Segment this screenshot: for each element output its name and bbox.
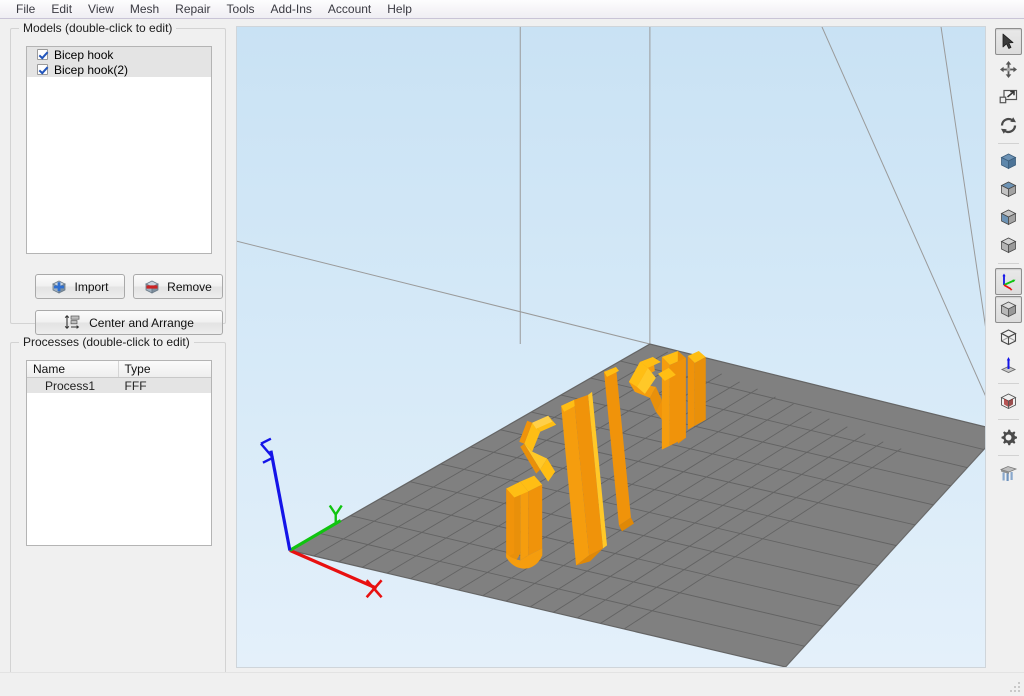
scale-tool[interactable]	[995, 84, 1022, 111]
remove-button-label: Remove	[167, 279, 212, 294]
cube-iso-icon	[999, 152, 1018, 171]
cursor-icon	[1000, 33, 1017, 50]
import-button-label: Import	[74, 279, 109, 294]
wireframe-cube-icon	[999, 328, 1018, 347]
3d-scene	[237, 27, 985, 667]
align-arrange-icon	[64, 315, 83, 330]
menu-repair[interactable]: Repair	[167, 0, 218, 18]
model-visibility-checkbox[interactable]	[37, 49, 48, 60]
menu-help[interactable]: Help	[379, 0, 420, 18]
z-plane-icon	[999, 356, 1018, 375]
application-window: File Edit View Mesh Repair Tools Add-Ins Accoun…	[0, 0, 1024, 696]
cross-section-icon	[999, 392, 1018, 411]
view-front[interactable]	[995, 232, 1022, 259]
cube-left-icon	[999, 208, 1018, 227]
processes-table-header: Name Type	[27, 361, 211, 378]
toggle-axes[interactable]	[995, 268, 1022, 295]
shaded-view[interactable]	[995, 296, 1022, 323]
process-type-cell: FFF	[124, 378, 147, 393]
axes-icon	[999, 272, 1018, 291]
cube-front-icon	[999, 236, 1018, 255]
menu-mesh[interactable]: Mesh	[122, 0, 167, 18]
menu-view[interactable]: View	[80, 0, 122, 18]
toolbar-separator	[998, 143, 1019, 144]
rotate-tool[interactable]	[995, 112, 1022, 139]
import-button[interactable]: Import	[35, 274, 125, 299]
remove-cube-minus-icon	[144, 279, 161, 295]
processes-column-header[interactable]: Type	[119, 361, 212, 377]
solid-cube-icon	[999, 300, 1018, 319]
supports-icon	[999, 464, 1018, 483]
process-name-cell: Process1	[45, 378, 96, 393]
right-toolbar	[993, 26, 1024, 668]
center-and-arrange-button[interactable]: Center and Arrange	[35, 310, 223, 335]
center-and-arrange-label: Center and Arrange	[89, 315, 194, 330]
menu-account[interactable]: Account	[320, 0, 379, 18]
toolbar-separator	[998, 383, 1019, 384]
processes-table-row[interactable]: Process1 FFF	[27, 378, 211, 393]
cross-section-view[interactable]	[995, 388, 1022, 415]
left-sidebar: Models (double-click to edit) Bicep hook…	[0, 20, 232, 680]
scale-icon	[999, 89, 1018, 107]
select-cursor-tool[interactable]	[995, 28, 1022, 55]
supports-tool[interactable]	[995, 460, 1022, 487]
processes-panel: Processes (double-click to edit) Name Typ…	[10, 335, 226, 680]
model-list-item[interactable]: Bicep hook(2)	[27, 62, 211, 77]
processes-panel-title: Processes (double-click to edit)	[19, 335, 194, 349]
model-list-item-label: Bicep hook	[54, 47, 114, 62]
menu-tools[interactable]: Tools	[219, 0, 263, 18]
gear-icon	[999, 428, 1018, 447]
menu-bar: File Edit View Mesh Repair Tools Add-Ins Accoun…	[0, 0, 1024, 19]
model-visibility-checkbox[interactable]	[37, 64, 48, 75]
models-panel-title: Models (double-click to edit)	[19, 21, 177, 35]
remove-button[interactable]: Remove	[133, 274, 223, 299]
move-tool[interactable]	[995, 56, 1022, 83]
toolbar-separator	[998, 263, 1019, 264]
toolbar-separator	[998, 455, 1019, 456]
models-list[interactable]: Bicep hook Bicep hook(2)	[26, 46, 212, 254]
view-top[interactable]	[995, 176, 1022, 203]
menu-add-ins[interactable]: Add-Ins	[263, 0, 320, 18]
model-list-item-label: Bicep hook(2)	[54, 62, 129, 77]
origin-plane-view[interactable]	[995, 352, 1022, 379]
view-isometric[interactable]	[995, 148, 1022, 175]
status-bar	[0, 672, 1024, 696]
import-cube-plus-icon	[51, 279, 68, 295]
cube-top-icon	[999, 180, 1018, 199]
menu-file[interactable]: File	[8, 0, 43, 18]
toolbar-separator	[998, 419, 1019, 420]
models-panel: Models (double-click to edit) Bicep hook…	[10, 21, 226, 335]
menu-edit[interactable]: Edit	[43, 0, 80, 18]
model-list-item[interactable]: Bicep hook	[27, 47, 211, 62]
3d-viewport[interactable]	[236, 26, 986, 668]
processes-column-header[interactable]: Name	[27, 361, 119, 377]
move-arrows-icon	[999, 60, 1018, 79]
view-left[interactable]	[995, 204, 1022, 231]
settings-tool[interactable]	[995, 424, 1022, 451]
wireframe-view[interactable]	[995, 324, 1022, 351]
processes-table[interactable]: Name Type Process1 FFF	[26, 360, 212, 546]
rotate-icon	[999, 116, 1018, 135]
resize-grip-icon[interactable]	[1010, 682, 1022, 694]
